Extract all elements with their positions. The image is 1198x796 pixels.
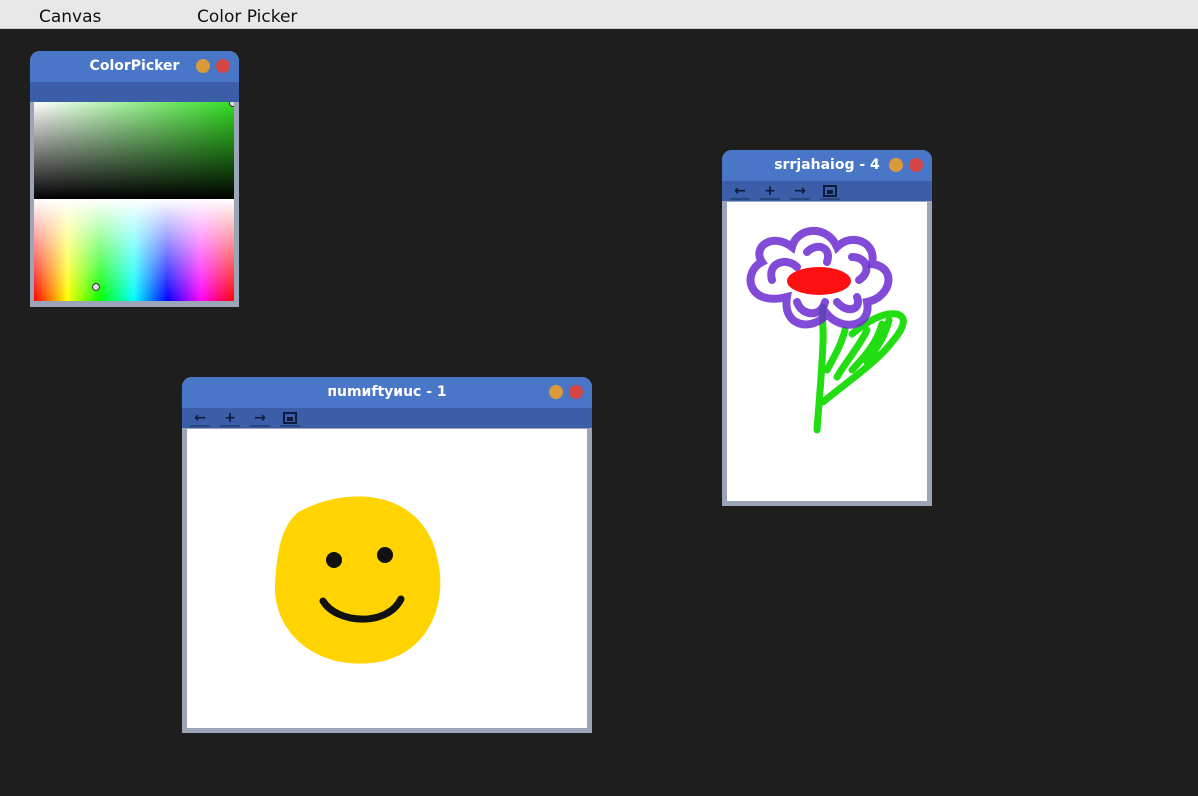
canvas-titlebar[interactable]: пumиftyиuc - 1	[182, 377, 592, 408]
smiley-right-eye	[377, 547, 393, 563]
saturation-value-field[interactable]	[34, 102, 234, 199]
smiley-face	[274, 496, 441, 664]
save-icon[interactable]	[820, 184, 840, 200]
undo-arrow-icon[interactable]: ←	[730, 184, 750, 200]
redo-arrow-icon[interactable]: →	[250, 411, 270, 427]
canvas-title: пumиftyиuc - 1	[327, 384, 447, 400]
canvas-window-smiley: пumиftyиuc - 1 ← + →	[182, 377, 592, 733]
flower-drawing	[746, 226, 907, 434]
color-picker-toolbar	[30, 82, 239, 102]
close-button[interactable]	[909, 158, 923, 172]
close-button[interactable]	[569, 385, 583, 399]
new-plus-icon[interactable]: +	[220, 411, 240, 427]
color-picker-titlebar[interactable]: ColorPicker	[30, 51, 239, 82]
flower-center	[787, 267, 851, 295]
save-icon[interactable]	[280, 411, 300, 427]
new-plus-icon[interactable]: +	[760, 184, 780, 200]
sv-marker-layer	[229, 102, 235, 107]
menu-color-picker[interactable]: Color Picker	[197, 6, 297, 28]
redo-arrow-icon[interactable]: →	[790, 184, 810, 200]
canvas-titlebar[interactable]: srrjahaiog - 4	[722, 150, 932, 181]
smiley-drawing	[274, 496, 441, 664]
canvas-toolbar: ← + →	[182, 408, 592, 428]
minimize-button[interactable]	[549, 385, 563, 399]
smiley-left-eye	[326, 552, 342, 568]
sv-marker[interactable]	[229, 102, 235, 107]
color-picker-title: ColorPicker	[89, 58, 180, 74]
drawing-canvas[interactable]	[187, 429, 587, 728]
minimize-button[interactable]	[196, 59, 210, 73]
hue-marker-layer	[92, 283, 100, 291]
color-picker-window: ColorPicker	[30, 51, 239, 307]
minimize-button[interactable]	[889, 158, 903, 172]
drawing-canvas[interactable]	[727, 202, 927, 501]
undo-arrow-icon[interactable]: ←	[190, 411, 210, 427]
canvas-title: srrjahaiog - 4	[774, 157, 880, 173]
hue-field[interactable]	[34, 199, 234, 301]
menu-bar: Canvas Color Picker	[0, 0, 1198, 29]
canvas-toolbar: ← + →	[722, 181, 932, 201]
close-button[interactable]	[216, 59, 230, 73]
menu-canvas[interactable]: Canvas	[39, 6, 101, 28]
hue-marker[interactable]	[92, 283, 100, 291]
canvas-window-flower: srrjahaiog - 4 ← + →	[722, 150, 932, 506]
